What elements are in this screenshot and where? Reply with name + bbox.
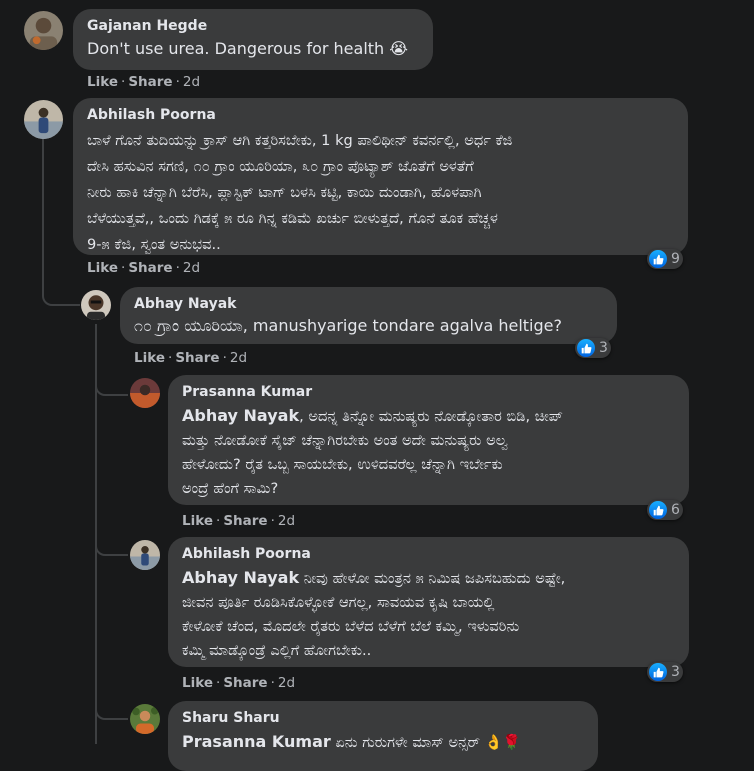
- comment-author[interactable]: Abhay Nayak: [134, 295, 603, 313]
- reaction-count: 9: [671, 251, 680, 267]
- comment-text: Abhay Nayak ನೀವು ಹೇಳೋ ಮಂತ್ರನ ೫ ನಿಮಿಷ ಜಪಿ…: [182, 566, 675, 663]
- reaction-summary[interactable]: 9: [647, 249, 683, 269]
- comment-bubble: Sharu Sharu Prasanna Kumar ಏನು ಗುರುಗಳೇ ಮ…: [168, 701, 598, 771]
- mention-tag[interactable]: Abhay Nayak: [182, 568, 299, 587]
- avatar-gajanan-hegde[interactable]: [24, 11, 63, 50]
- comment-author[interactable]: Sharu Sharu: [182, 709, 584, 727]
- share-button[interactable]: Share: [223, 675, 267, 691]
- comment-bubble: Abhay Nayak ೧೦ ಗ್ರಾಂ ಯೂರಿಯಾ, manushyarig…: [120, 287, 617, 344]
- thread-curve-reply-1: [42, 280, 80, 306]
- timestamp[interactable]: 2d: [183, 260, 200, 276]
- timestamp[interactable]: 2d: [183, 74, 200, 90]
- comment-text: Abhay Nayak, ಅದನ್ನ ತಿನ್ನೋ ಮನುಷ್ಯರು ನೋಡ್ಕ…: [182, 404, 675, 501]
- timestamp[interactable]: 2d: [230, 350, 247, 366]
- thread-line-root: [42, 133, 44, 293]
- avatar-sharu-sharu[interactable]: [130, 704, 160, 734]
- avatar-abhay-nayak[interactable]: [81, 290, 111, 320]
- like-button[interactable]: Like: [134, 350, 165, 366]
- mention-tag[interactable]: Prasanna Kumar: [182, 732, 331, 751]
- comment-author[interactable]: Abhilash Poorna: [87, 106, 674, 124]
- comment-author[interactable]: Prasanna Kumar: [182, 383, 675, 401]
- mention-tag[interactable]: Abhay Nayak: [182, 406, 299, 425]
- share-button[interactable]: Share: [128, 74, 172, 90]
- avatar-prasanna-kumar[interactable]: [130, 378, 160, 408]
- comment-body: ಏನು ಗುರುಗಳೇ ಮಾಸ್ ಅನ್ಸರ್ 👌🌹: [330, 734, 522, 751]
- reaction-count: 3: [599, 340, 608, 356]
- share-button[interactable]: Share: [223, 513, 267, 529]
- like-button[interactable]: Like: [182, 675, 213, 691]
- comment-bubble: Abhilash Poorna Abhay Nayak ನೀವು ಹೇಳೋ ಮಂ…: [168, 537, 689, 667]
- comment-actions: Like · Share · 2d: [87, 260, 201, 276]
- like-button[interactable]: Like: [182, 513, 213, 529]
- like-button[interactable]: Like: [87, 260, 118, 276]
- comment-actions: Like · Share · 2d: [182, 675, 296, 691]
- comment-bubble: Prasanna Kumar Abhay Nayak, ಅದನ್ನ ತಿನ್ನೋ…: [168, 375, 689, 505]
- comment-text: ಬಾಳೆ ಗೊನೆ ತುದಿಯನ್ನು ಕ್ರಾಸ್ ಆಗಿ ಕತ್ತರಿಸಬೇ…: [87, 132, 513, 253]
- comment-text: ೧೦ ಗ್ರಾಂ ಯೂರಿಯಾ, manushyarige tondare ag…: [134, 316, 562, 335]
- reaction-count: 3: [671, 664, 680, 680]
- avatar-abhilash-poorna[interactable]: [24, 100, 63, 139]
- reaction-count: 6: [671, 502, 680, 518]
- avatar-abhilash-poorna-reply[interactable]: [130, 540, 160, 570]
- reaction-summary[interactable]: 3: [647, 662, 683, 682]
- thread-curve-reply-3: [95, 530, 128, 556]
- comment-author[interactable]: Abhilash Poorna: [182, 545, 675, 563]
- reaction-summary[interactable]: 6: [647, 500, 683, 520]
- comment-author[interactable]: Gajanan Hegde: [87, 17, 419, 35]
- share-button[interactable]: Share: [128, 260, 172, 276]
- comment-text: Prasanna Kumar ಏನು ಗುರುಗಳೇ ಮಾಸ್ ಅನ್ಸರ್ 👌…: [182, 730, 584, 755]
- reaction-summary[interactable]: 3: [575, 338, 611, 358]
- thread-curve-reply-4: [95, 694, 128, 720]
- timestamp[interactable]: 2d: [278, 675, 295, 691]
- like-thumb-icon: [649, 501, 667, 519]
- comment-actions: Like · Share · 2d: [182, 513, 296, 529]
- comment-bubble: Abhilash Poorna ಬಾಳೆ ಗೊನೆ ತುದಿಯನ್ನು ಕ್ರಾ…: [73, 98, 688, 255]
- like-thumb-icon: [649, 250, 667, 268]
- like-button[interactable]: Like: [87, 74, 118, 90]
- like-thumb-icon: [577, 339, 595, 357]
- comment-actions: Like · Share · 2d: [87, 74, 201, 90]
- comment-bubble: Gajanan Hegde Don't use urea. Dangerous …: [73, 9, 433, 70]
- like-thumb-icon: [649, 663, 667, 681]
- timestamp[interactable]: 2d: [278, 513, 295, 529]
- comment-text: Don't use urea. Dangerous for health 😭: [87, 39, 408, 58]
- comment-actions: Like · Share · 2d: [134, 350, 248, 366]
- share-button[interactable]: Share: [175, 350, 219, 366]
- thread-curve-reply-2: [95, 372, 128, 396]
